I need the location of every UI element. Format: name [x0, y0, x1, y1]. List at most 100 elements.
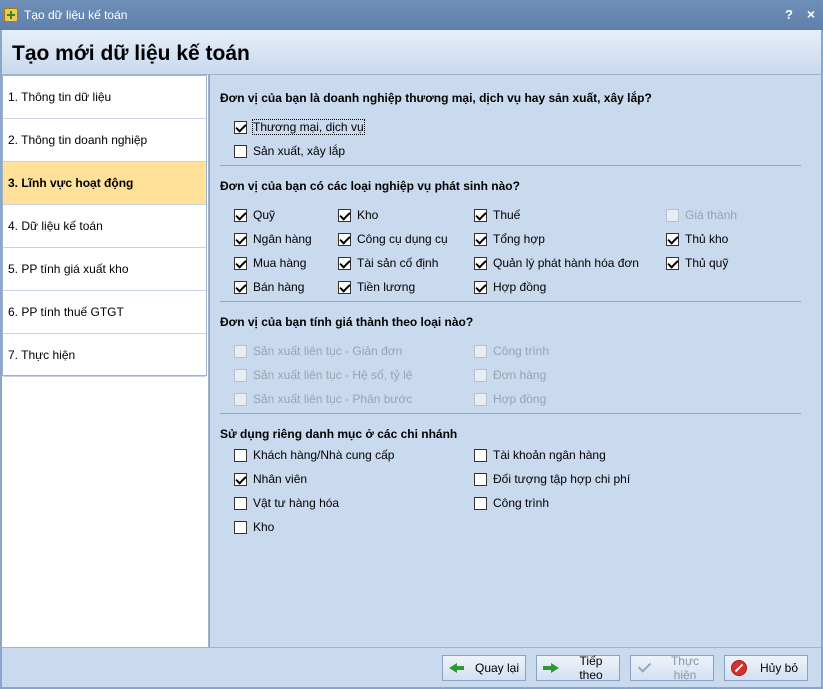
checkbox-bank-account[interactable]: Tài khoản ngân hàng — [474, 448, 606, 462]
checkbox-box[interactable] — [474, 208, 487, 222]
checkbox-box[interactable] — [234, 232, 247, 246]
checkbox-box[interactable] — [474, 344, 487, 358]
divider — [220, 301, 801, 302]
checkbox-box[interactable] — [338, 232, 351, 246]
checkbox-fixed-assets[interactable]: Tài sản cố định — [338, 256, 438, 270]
checkbox-production-construction[interactable]: Sản xuất, xây lắp — [234, 144, 345, 158]
checkbox-purchasing[interactable]: Mua hàng — [234, 256, 306, 270]
sidebar-item-vat-method[interactable]: 6. PP tính thuế GTGT — [3, 291, 206, 334]
checkbox-label: Đơn hàng — [493, 368, 547, 382]
checkbox-box[interactable] — [234, 392, 247, 406]
back-button[interactable]: Quay lại — [442, 655, 526, 681]
checkbox-label: Vật tư hàng hóa — [253, 496, 340, 510]
checkbox-tools[interactable]: Công cụ dụng cụ — [338, 232, 448, 246]
sidebar-item-accounting-data[interactable]: 4. Dữ liệu kế toán — [3, 205, 206, 248]
checkbox-box[interactable] — [666, 232, 679, 246]
checkbox-box[interactable] — [234, 256, 247, 270]
page-title: Tạo mới dữ liệu kế toán — [12, 42, 250, 65]
checkbox-box[interactable] — [666, 208, 679, 222]
sidebar-item-inventory-costing[interactable]: 5. PP tính giá xuất kho — [3, 248, 206, 291]
checkbox-cost-objects[interactable]: Đối tượng tập hợp chi phí — [474, 472, 630, 486]
checkbox-box[interactable] — [474, 472, 487, 486]
checkbox-label: Sản xuất liên tục - Phân bước — [253, 392, 413, 406]
checkbox-cost-price[interactable]: Giá thành — [666, 208, 737, 222]
checkbox-box[interactable] — [474, 232, 487, 246]
checkbox-label: Giá thành — [685, 208, 738, 222]
checkbox-materials-goods[interactable]: Vật tư hàng hóa — [234, 496, 339, 510]
checkbox-box[interactable] — [474, 280, 487, 294]
checkbox-costing-order[interactable]: Đơn hàng — [474, 368, 546, 382]
arrow-right-icon — [543, 660, 559, 676]
checkbox-box[interactable] — [338, 256, 351, 270]
checkbox-label: Kho — [253, 520, 275, 534]
checkbox-box[interactable] — [474, 496, 487, 510]
checkbox-contracts[interactable]: Hợp đồng — [474, 280, 546, 294]
checkbox-payroll[interactable]: Tiền lương — [338, 280, 415, 294]
close-button[interactable]: × — [807, 6, 815, 22]
checkbox-trade-service[interactable]: Thương mại, dịch vụ — [234, 119, 365, 135]
checkbox-box[interactable] — [338, 208, 351, 222]
page-header: Tạo mới dữ liệu kế toán — [2, 30, 821, 75]
checkbox-box[interactable] — [234, 520, 247, 534]
next-button[interactable]: Tiếp theo — [536, 654, 620, 682]
checkbox-box[interactable] — [234, 496, 247, 510]
checkbox-label: Sản xuất, xây lắp — [253, 144, 346, 158]
checkbox-bank[interactable]: Ngân hàng — [234, 232, 312, 246]
help-button[interactable]: ? — [785, 7, 793, 22]
checkbox-employees[interactable]: Nhân viên — [234, 472, 307, 486]
checkbox-box[interactable] — [474, 448, 487, 462]
checkbox-costing-project[interactable]: Công trình — [474, 344, 549, 358]
checkbox-label: Công trình — [493, 496, 550, 510]
section-title-operations: Đơn vị của bạn có các loại nghiệp vụ phá… — [220, 179, 520, 193]
checkbox-box[interactable] — [338, 280, 351, 294]
checkbox-label: Sản xuất liên tục - Hệ số, tỷ lệ — [253, 368, 413, 382]
checkbox-continuous-simple[interactable]: Sản xuất liên tục - Giản đơn — [234, 344, 402, 358]
checkbox-box[interactable] — [234, 344, 247, 358]
app-icon — [4, 8, 18, 22]
checkbox-box[interactable] — [234, 368, 247, 382]
checkbox-warehouse[interactable]: Kho — [338, 208, 378, 222]
footer-bar: Quay lại Tiếp theo Thực hiện Hủy bỏ — [2, 647, 821, 687]
checkbox-label: Quỹ — [253, 208, 276, 222]
checkbox-box[interactable] — [234, 280, 247, 294]
sidebar-item-business-field[interactable]: 3. Lĩnh vực hoạt động — [3, 162, 206, 205]
checkbox-tax[interactable]: Thuế — [474, 208, 520, 222]
checkbox-label: Công trình — [493, 344, 550, 358]
checkbox-box[interactable] — [666, 256, 679, 270]
checkbox-customer-supplier[interactable]: Khách hàng/Nhà cung cấp — [234, 448, 394, 462]
cancel-button[interactable]: Hủy bỏ — [724, 655, 808, 681]
checkbox-continuous-ratio[interactable]: Sản xuất liên tục - Hệ số, tỷ lệ — [234, 368, 412, 382]
finish-button-label: Thực hiện — [670, 654, 700, 682]
checkbox-cash[interactable]: Quỹ — [234, 208, 275, 222]
checkbox-costing-contract[interactable]: Hợp đồng — [474, 392, 546, 406]
finish-button[interactable]: Thực hiện — [630, 654, 714, 682]
checkbox-label: Tài khoản ngân hàng — [493, 448, 606, 462]
checkbox-continuous-phased[interactable]: Sản xuất liên tục - Phân bước — [234, 392, 412, 406]
checkbox-label: Tổng hợp — [493, 232, 545, 246]
checkbox-storekeeper[interactable]: Thủ kho — [666, 232, 728, 246]
checkbox-branch-warehouse[interactable]: Kho — [234, 520, 274, 534]
checkbox-label: Thủ kho — [685, 232, 729, 246]
sidebar-item-company-info[interactable]: 2. Thông tin doanh nghiệp — [3, 119, 206, 162]
checkbox-box[interactable] — [474, 368, 487, 382]
checkbox-label: Quản lý phát hành hóa đơn — [493, 256, 639, 270]
check-icon — [637, 660, 653, 676]
step-list: 1. Thông tin dữ liệu 2. Thông tin doanh … — [2, 75, 207, 377]
checkbox-box[interactable] — [234, 144, 247, 158]
sidebar-item-execute[interactable]: 7. Thực hiện — [3, 334, 206, 377]
checkbox-label: Mua hàng — [253, 256, 307, 270]
checkbox-box[interactable] — [474, 392, 487, 406]
checkbox-general[interactable]: Tổng hợp — [474, 232, 545, 246]
checkbox-box[interactable] — [234, 472, 247, 486]
checkbox-invoice-management[interactable]: Quản lý phát hành hóa đơn — [474, 256, 639, 270]
checkbox-sales[interactable]: Bán hàng — [234, 280, 304, 294]
checkbox-box[interactable] — [474, 256, 487, 270]
sidebar-item-data-info[interactable]: 1. Thông tin dữ liệu — [3, 76, 206, 119]
checkbox-branch-project[interactable]: Công trình — [474, 496, 549, 510]
checkbox-cashier[interactable]: Thủ quỹ — [666, 256, 728, 270]
checkbox-box[interactable] — [234, 208, 247, 222]
checkbox-box[interactable] — [234, 120, 247, 134]
section-title-costing: Đơn vị của bạn tính giá thành theo loại … — [220, 315, 474, 329]
divider — [220, 413, 801, 414]
checkbox-box[interactable] — [234, 448, 247, 462]
